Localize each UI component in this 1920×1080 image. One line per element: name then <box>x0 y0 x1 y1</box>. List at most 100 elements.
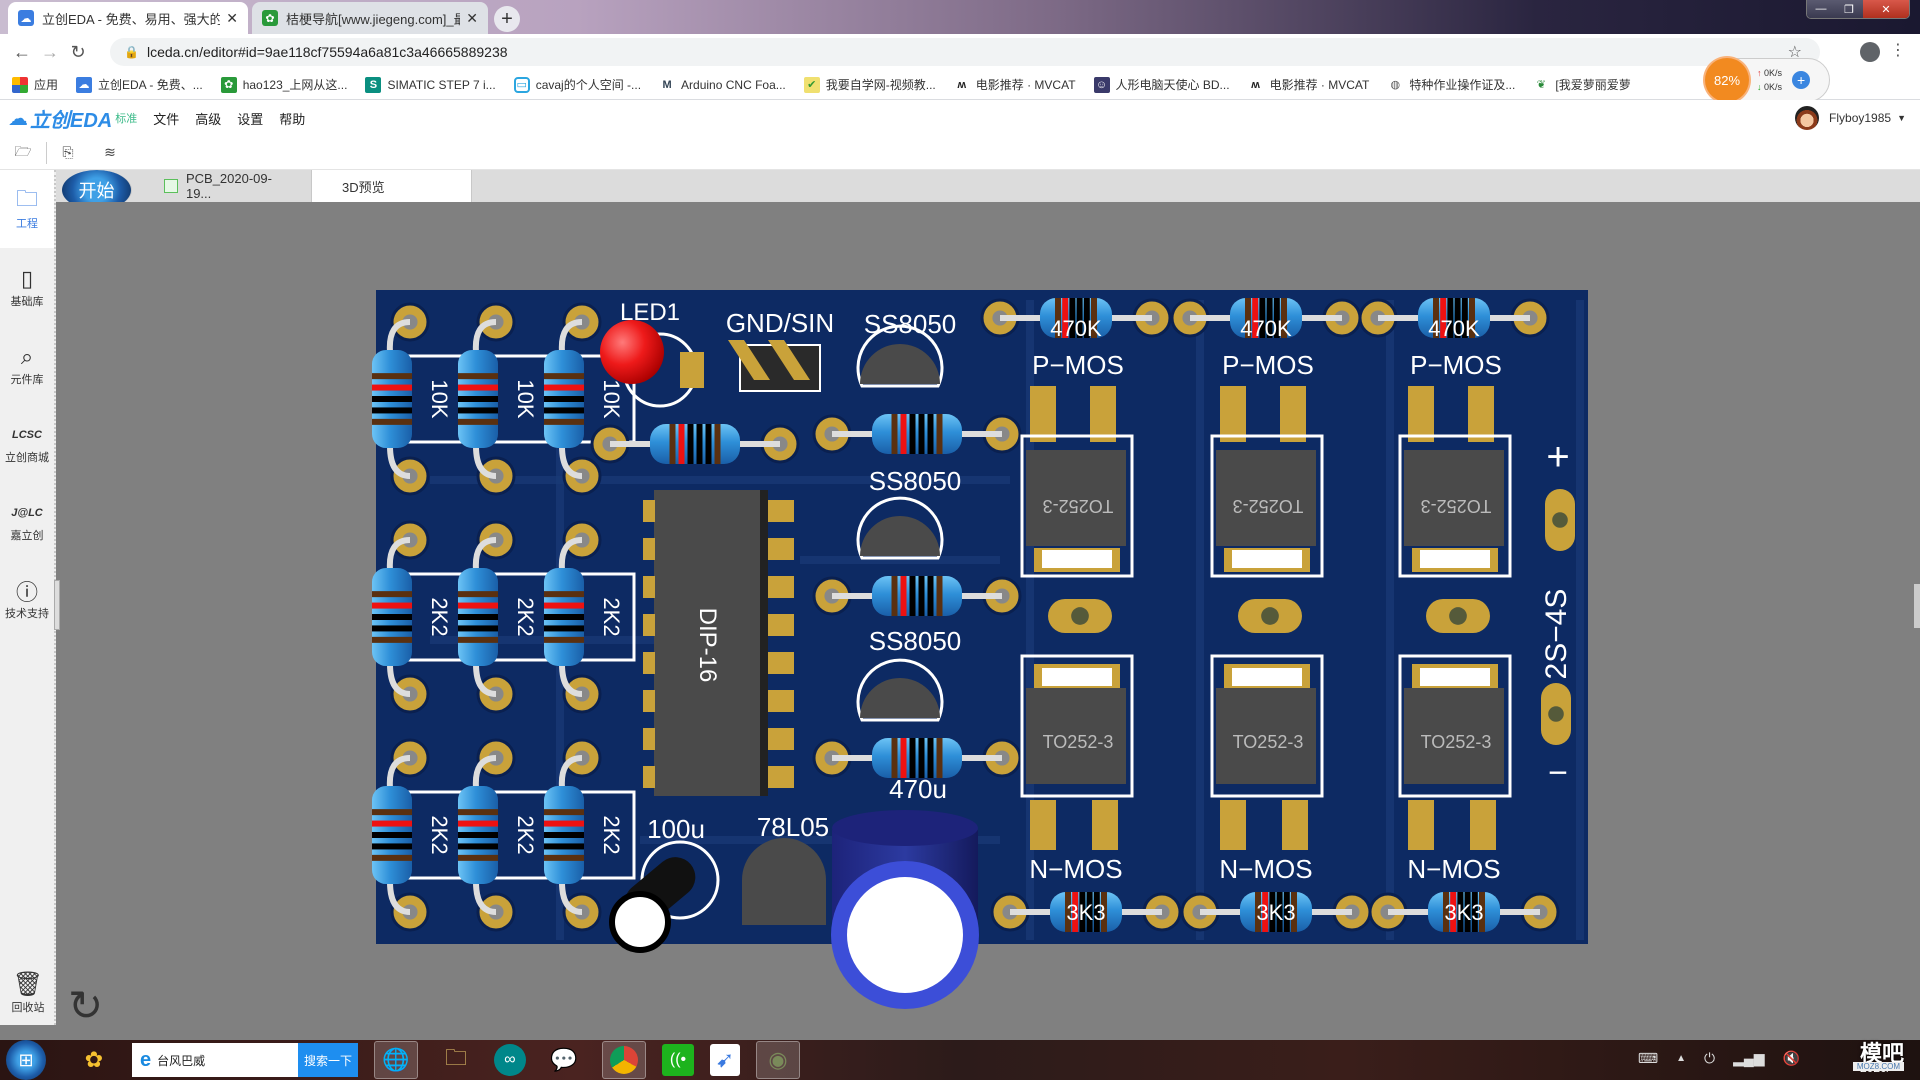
ic-pin <box>643 766 655 788</box>
resistor-label: 10K <box>513 379 538 418</box>
resistor-label: 2K2 <box>599 815 624 854</box>
resistor-band <box>372 396 412 402</box>
resistor-band <box>936 576 943 616</box>
watermark-sub: MOZ8.COM <box>1852 1062 1904 1071</box>
resistor-label: 2K2 <box>427 815 452 854</box>
resistor-band <box>936 414 943 454</box>
resistor-band <box>372 384 412 391</box>
resistor-band <box>458 625 498 632</box>
search-input[interactable]: e 台风巴威 <box>132 1043 298 1077</box>
ic-label: DIP-16 <box>694 608 721 683</box>
feishu-icon[interactable]: ➹ <box>710 1044 740 1076</box>
ic-pin <box>768 690 794 712</box>
keyboard-icon[interactable]: ⌨ <box>1638 1050 1658 1067</box>
resistor-band <box>544 832 584 838</box>
app-cluster-icon[interactable]: ✿ <box>72 1041 116 1079</box>
resistor-band <box>544 614 584 620</box>
resistor-band <box>544 854 584 861</box>
mos-package-label: TO252-3 <box>1421 732 1492 752</box>
resistor-label: 2K2 <box>599 597 624 636</box>
tray-expand-icon[interactable]: ▲ <box>1676 1053 1686 1064</box>
resistor-band <box>372 602 412 609</box>
ic-pin <box>643 652 655 674</box>
resistor-body <box>872 414 962 454</box>
resistor-band <box>372 373 412 380</box>
resistor-band <box>372 832 412 838</box>
resistor-band <box>372 591 412 598</box>
resistor-band <box>936 738 943 778</box>
resistor-band <box>458 591 498 598</box>
mos-pad <box>1030 386 1056 442</box>
pad-hole <box>1071 607 1089 625</box>
resistor-band <box>458 418 498 425</box>
resistor-band <box>705 424 712 464</box>
wifi-share-icon[interactable]: ((• <box>662 1044 694 1076</box>
ic-pin <box>643 690 655 712</box>
nmos-label: N−MOS <box>1029 854 1122 884</box>
resistor-band <box>891 738 898 778</box>
volume-muted-icon[interactable]: 🔇 <box>1783 1050 1800 1067</box>
resistor-band <box>544 625 584 632</box>
resistor-band <box>696 424 703 464</box>
resistor-band <box>900 576 907 616</box>
led-body <box>600 320 664 384</box>
mos-pad <box>1408 800 1434 850</box>
resistor-label: 470K <box>1050 316 1102 341</box>
resistor-band <box>372 820 412 827</box>
wechat-icon[interactable]: 💬 <box>542 1041 586 1079</box>
led-pad <box>680 352 704 388</box>
resistor-band <box>909 414 916 454</box>
resistor-band <box>891 414 898 454</box>
resistor-band <box>544 396 584 402</box>
capacitor-label: 100u <box>647 814 705 844</box>
globe-app-icon[interactable]: 🌐 <box>374 1041 418 1079</box>
search-text: 台风巴威 <box>157 1053 206 1068</box>
resistor-band <box>372 809 412 816</box>
resistor-band <box>372 407 412 414</box>
led-label: LED1 <box>620 299 680 326</box>
search-button[interactable]: 搜索一下 <box>298 1043 358 1077</box>
resistor-band <box>687 424 694 464</box>
ic-pin <box>768 538 794 560</box>
mos-pad <box>1220 386 1246 442</box>
resistor-label: 470K <box>1240 316 1292 341</box>
nmos-label: N−MOS <box>1407 854 1500 884</box>
resistor-band <box>669 424 676 464</box>
capacitor-rim <box>832 810 978 846</box>
mos-package-label: TO252-3 <box>1233 732 1304 752</box>
mos-package-label: TO252-3 <box>1043 496 1114 516</box>
resistor-band <box>458 843 498 850</box>
ic-pin <box>643 576 655 598</box>
resistor-band <box>458 854 498 861</box>
moz8-watermark: 模吧 MOZ8.COM <box>1804 1034 1914 1080</box>
capacitor-label: 470u <box>889 774 947 804</box>
resistor-body <box>872 738 962 778</box>
signal-bars-icon[interactable]: ▂▄▆ <box>1733 1050 1764 1067</box>
resistor-band <box>927 738 934 778</box>
chrome-icon[interactable] <box>602 1041 646 1079</box>
resistor-band <box>458 820 498 827</box>
reset-view-icon[interactable]: ↻ <box>68 985 112 1030</box>
file-explorer-icon[interactable]: 🗀 <box>434 1041 478 1079</box>
mos-tab-shine <box>1232 550 1302 568</box>
power-plug-icon[interactable]: ⏻ <box>1704 1050 1715 1067</box>
taskbar-search: e 台风巴威 搜索一下 <box>132 1043 358 1077</box>
windows-taskbar: ⊞ ✿ e 台风巴威 搜索一下 🌐 🗀 ∞ 💬 ((• ➹ ◉ ⌨ ▲ ⏻ ▂▄▆… <box>0 1040 1920 1080</box>
resistor-band <box>714 424 721 464</box>
arduino-icon[interactable]: ∞ <box>494 1044 526 1076</box>
resistor-band <box>372 843 412 850</box>
resistor-label: 2K2 <box>427 597 452 636</box>
resistor-band <box>544 602 584 609</box>
start-orb-icon[interactable]: ⊞ <box>6 1040 46 1080</box>
resistor-band <box>544 373 584 380</box>
resistor-band <box>918 576 925 616</box>
pcb-photo-icon[interactable]: ◉ <box>756 1041 800 1079</box>
mos-package-label: TO252-3 <box>1421 496 1492 516</box>
transistor-label: SS8050 <box>869 466 962 496</box>
resistor-band <box>458 384 498 391</box>
mos-tab-shine <box>1420 550 1490 568</box>
pmos-label: P−MOS <box>1222 350 1314 380</box>
resistor-band <box>544 809 584 816</box>
power-minus-label: − <box>1548 754 1568 792</box>
pcb-3d-render[interactable]: 10K 10K 10K 2K2 2K2 2K2 2K2 2K2 2K2 LED1 GND/SIN SS… <box>0 0 1920 1080</box>
